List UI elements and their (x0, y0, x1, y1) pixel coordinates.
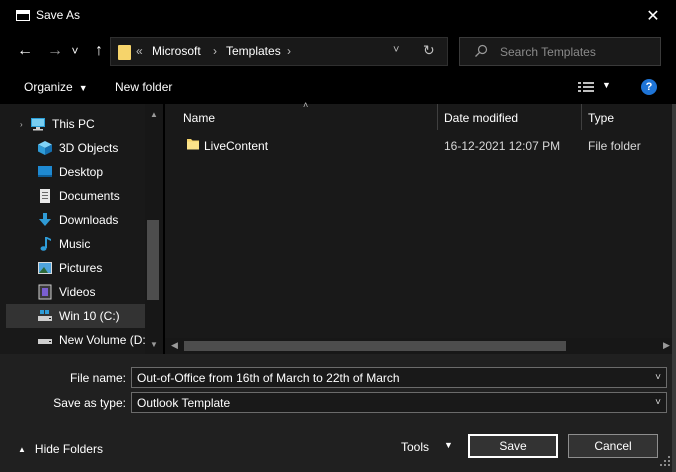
expand-icon[interactable]: › (20, 120, 23, 129)
sidebar-item-pictures[interactable]: Pictures (0, 256, 145, 280)
save-type-label: Save as type: (53, 396, 126, 410)
tools-dropdown-icon[interactable]: ▼ (444, 440, 453, 450)
scroll-left-icon[interactable]: ◀ (171, 340, 178, 351)
documents-icon (40, 189, 50, 203)
hide-folders-label: Hide Folders (34, 442, 103, 456)
folder-icon (187, 139, 199, 150)
column-divider[interactable] (437, 104, 438, 130)
title-bar: Save As ✕ (0, 0, 676, 32)
sidebar-item-3d-objects[interactable]: 3D Objects (0, 136, 145, 160)
tools-button[interactable]: Tools (401, 440, 429, 454)
sidebar-item-label: This PC (52, 117, 95, 131)
refresh-icon[interactable]: ↻ (423, 42, 435, 59)
pc-icon (31, 118, 45, 131)
sidebar-item-label: Pictures (59, 261, 103, 275)
sidebar-item-music[interactable]: Music (0, 232, 145, 256)
address-row: ← → ˅ ↑ « Microsoft › Templates › ˅ ↻ Se… (0, 32, 676, 70)
scroll-thumb[interactable] (184, 341, 566, 351)
drive-icon (38, 310, 52, 321)
column-header-name[interactable]: Name (183, 104, 215, 132)
horizontal-scrollbar[interactable]: ◀ ▶ (165, 338, 676, 354)
address-bar[interactable]: « Microsoft › Templates › ˅ ↻ (110, 37, 448, 66)
sidebar-item-downloads[interactable]: Downloads (0, 208, 145, 232)
command-bar: Organize ▼ New folder ▼ ? (0, 70, 676, 104)
folder-icon (118, 45, 131, 60)
3d-objects-icon (38, 141, 52, 155)
breadcrumb-templates[interactable]: Templates (226, 44, 281, 58)
sidebar-item-documents[interactable]: Documents (0, 184, 145, 208)
cancel-button[interactable]: Cancel (568, 434, 658, 458)
window-edge (672, 104, 676, 472)
back-button[interactable]: ← (14, 40, 36, 62)
view-options-icon[interactable] (578, 81, 596, 93)
overflow-chevron[interactable]: « (136, 44, 143, 58)
file-list: ˄ Name Date modified Type LiveContent 16… (165, 100, 676, 354)
sidebar-item-new-volume-d[interactable]: New Volume (D: (0, 328, 146, 352)
sidebar-item-label: Desktop (59, 165, 104, 179)
help-icon[interactable]: ? (641, 79, 657, 95)
sidebar-item-videos[interactable]: Videos (0, 280, 145, 304)
downloads-icon (39, 213, 51, 226)
search-input[interactable]: Search Templates (459, 37, 661, 66)
breadcrumb-separator[interactable]: › (287, 44, 291, 58)
organize-label: Organize (24, 80, 73, 94)
column-header-date-modified[interactable]: Date modified (444, 104, 518, 132)
music-icon (40, 237, 51, 251)
resize-grip-icon[interactable] (658, 454, 672, 468)
up-button[interactable]: ↑ (88, 40, 110, 62)
forward-button[interactable]: → (44, 40, 66, 62)
save-type-select[interactable]: Outlook Template ˅ (131, 392, 667, 413)
sidebar-item-label: Win 10 (C:) (59, 309, 120, 323)
new-folder-button[interactable]: New folder (115, 80, 172, 94)
sort-ascending-icon: ˄ (303, 100, 309, 110)
chevron-down-icon: ▼ (78, 83, 88, 93)
sidebar-item-label: Downloads (59, 213, 119, 227)
file-type: File folder (588, 139, 641, 153)
hide-folders-button[interactable]: ▲ Hide Folders (18, 442, 103, 456)
sidebar-item-this-pc[interactable]: › This PC (0, 112, 145, 136)
address-dropdown-icon[interactable]: ˅ (393, 44, 399, 56)
sidebar-item-label: 3D Objects (59, 141, 119, 155)
scroll-thumb[interactable] (147, 220, 159, 300)
save-button[interactable]: Save (468, 434, 558, 458)
chevron-down-icon[interactable]: ˅ (655, 397, 661, 408)
sidebar-item-label: Videos (59, 285, 96, 299)
scroll-up-icon[interactable]: ▲ (150, 110, 158, 119)
breadcrumb-microsoft[interactable]: Microsoft (152, 44, 201, 58)
chevron-up-icon: ▲ (18, 444, 26, 454)
videos-icon (38, 284, 52, 300)
recent-locations-button[interactable]: ˅ (68, 40, 82, 62)
sidebar-item-win10-c[interactable]: Win 10 (C:) (6, 304, 145, 328)
save-type-value: Outlook Template (137, 396, 231, 410)
sidebar-item-label: Music (59, 237, 91, 251)
search-icon (475, 44, 488, 57)
file-name-value: Out-of-Office from 16th of March to 22th… (137, 371, 400, 385)
desktop-icon (38, 166, 52, 177)
view-dropdown-icon[interactable]: ▼ (602, 80, 611, 90)
save-form: File name: Out-of-Office from 16th of Ma… (0, 354, 676, 472)
scroll-right-icon[interactable]: ▶ (663, 340, 670, 351)
column-divider[interactable] (581, 104, 582, 130)
chevron-down-icon[interactable]: ˅ (655, 372, 661, 383)
navigation-scrollbar[interactable]: ▲ ▼ (145, 104, 163, 354)
window-icon (16, 10, 30, 21)
drive-icon (38, 339, 52, 344)
navigation-pane: › This PC 3D Objects Desktop Documents D… (0, 104, 163, 354)
sidebar-item-desktop[interactable]: Desktop (0, 160, 145, 184)
file-name: LiveContent (204, 139, 269, 153)
window-title: Save As (36, 8, 81, 22)
file-name-label: File name: (69, 371, 126, 385)
scroll-down-icon[interactable]: ▼ (150, 340, 158, 349)
column-header-type[interactable]: Type (588, 104, 614, 132)
breadcrumb-separator[interactable]: › (213, 44, 217, 58)
search-placeholder: Search Templates (500, 45, 596, 59)
organize-button[interactable]: Organize ▼ (24, 80, 88, 94)
table-row[interactable]: LiveContent 16-12-2021 12:07 PM File fol… (165, 134, 676, 156)
close-button[interactable]: ✕ (630, 0, 676, 32)
file-date-modified: 16-12-2021 12:07 PM (444, 139, 561, 153)
sidebar-item-label: Documents (59, 189, 120, 203)
pictures-icon (38, 262, 52, 274)
sidebar-item-label: New Volume (D: (59, 333, 146, 347)
file-name-field[interactable]: Out-of-Office from 16th of March to 22th… (131, 367, 667, 388)
